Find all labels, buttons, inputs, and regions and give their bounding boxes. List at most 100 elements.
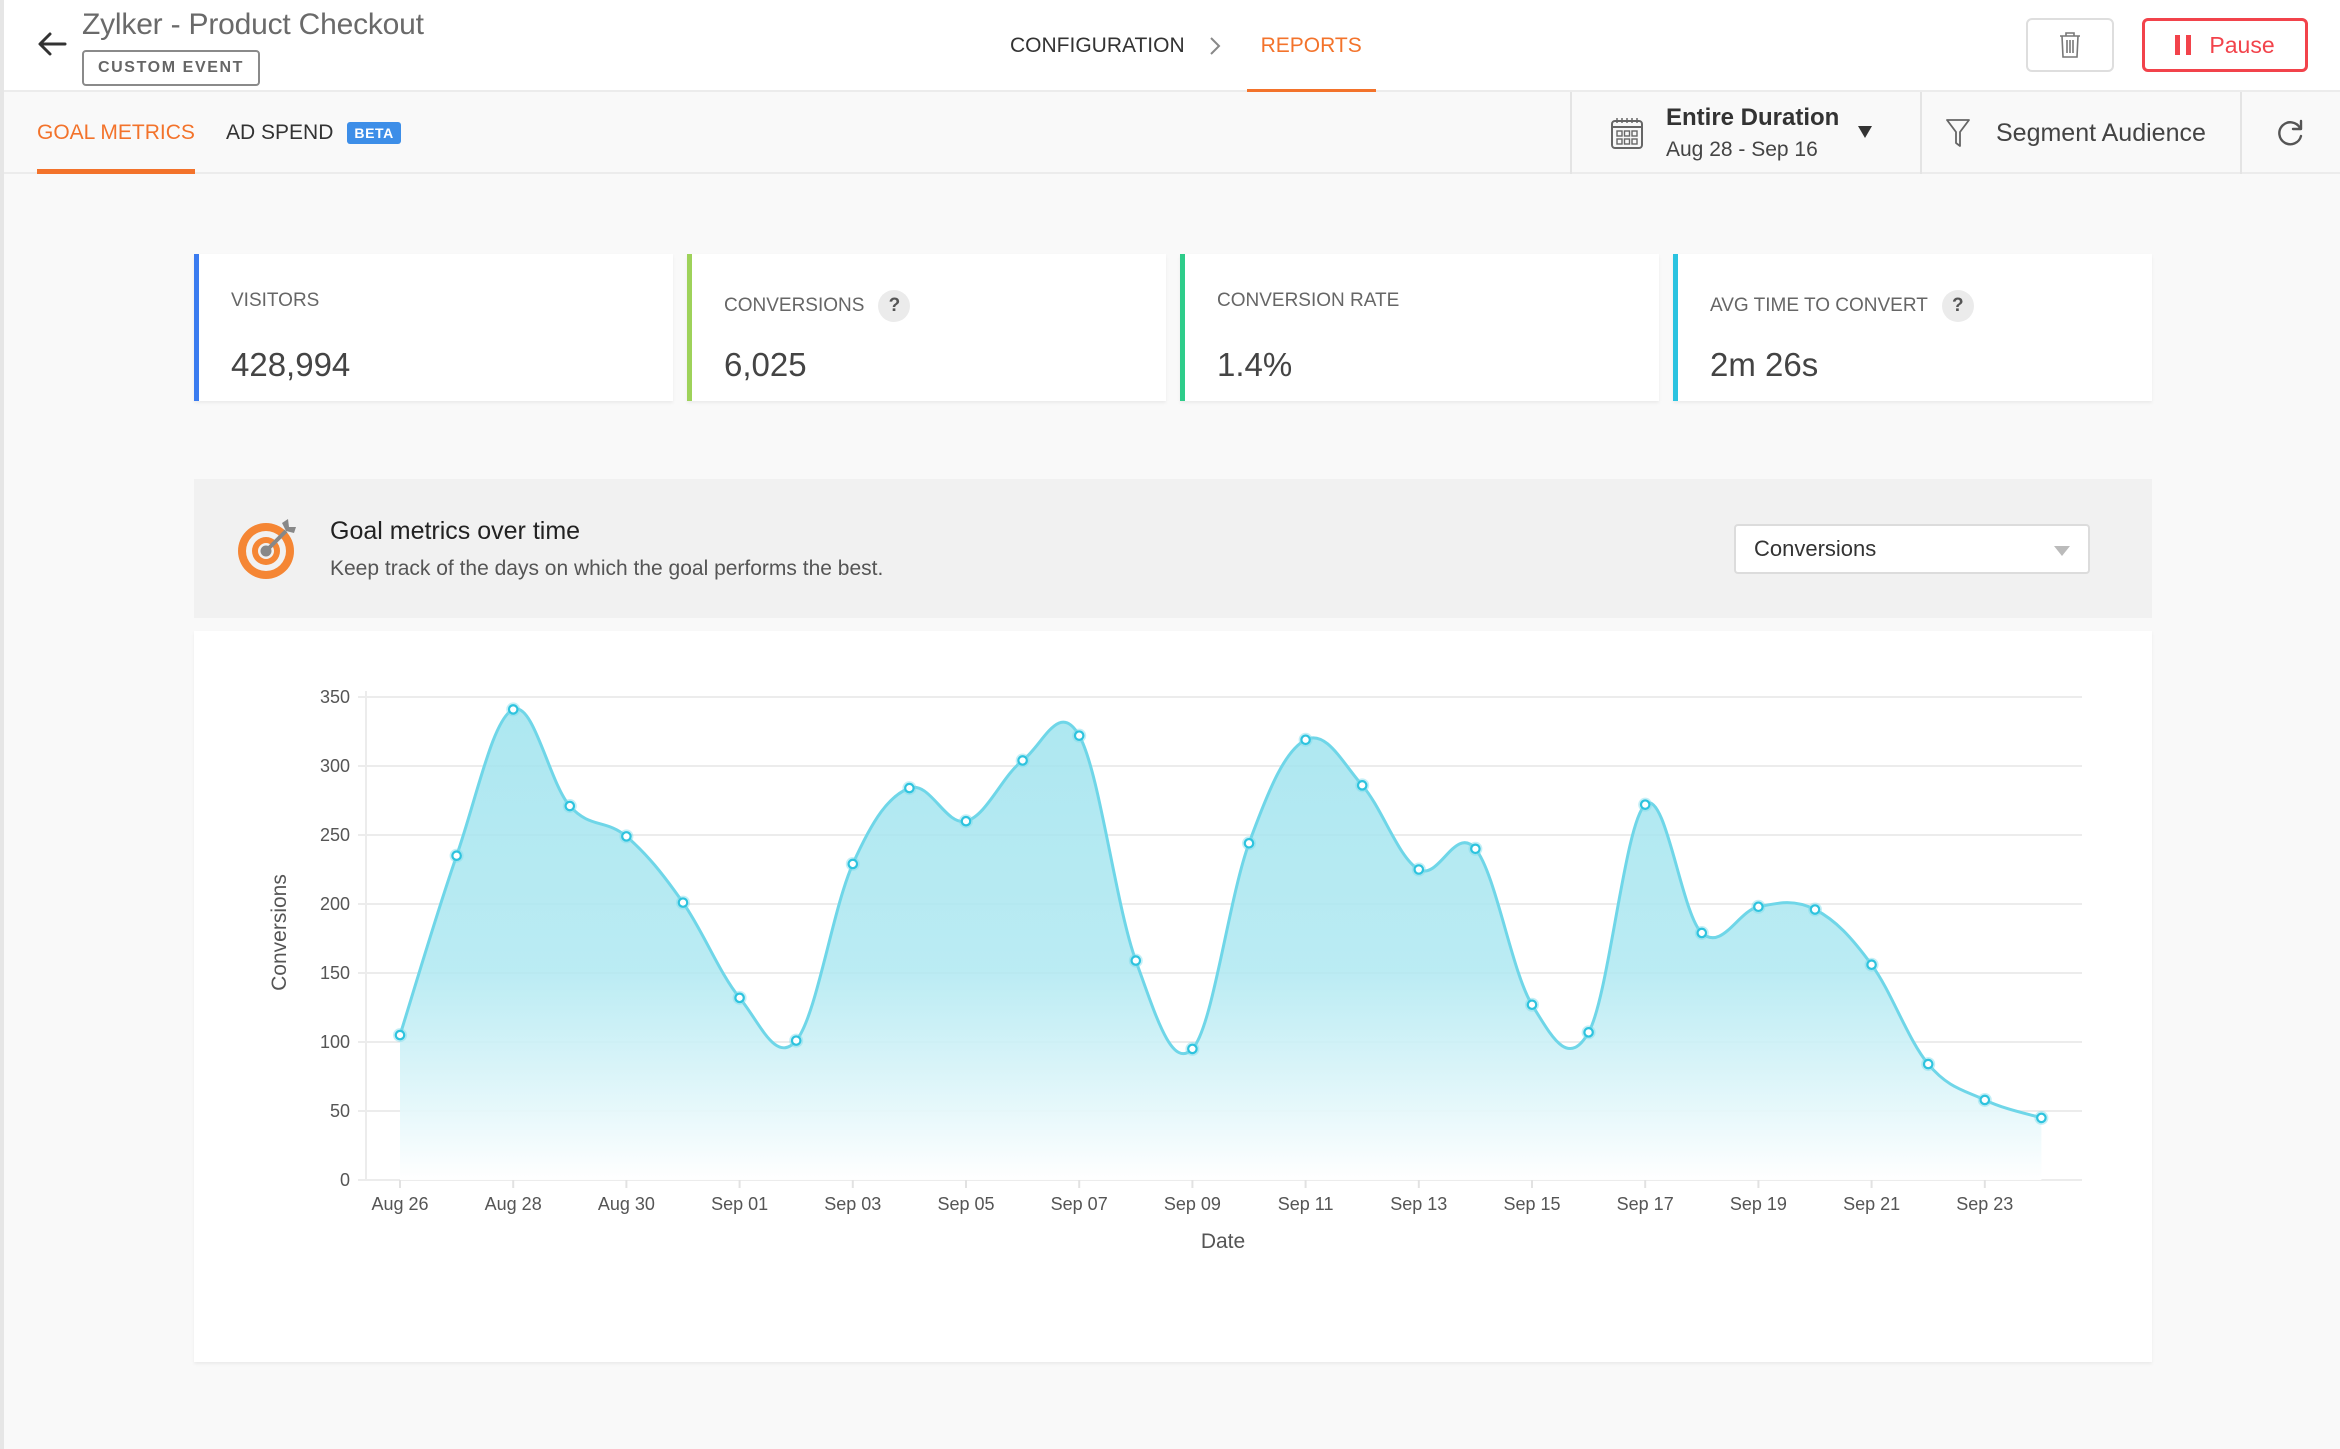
x-axis-ticks: Aug 26 Aug 28 Aug 30 Sep 01 Sep 03 Sep 05 Sep …	[371, 1180, 2013, 1214]
date-range-dropdown[interactable]: Entire Duration Aug 28 - Sep 16	[1570, 92, 1920, 174]
data-point[interactable]	[619, 829, 634, 844]
data-point[interactable]	[845, 856, 860, 871]
sub-navigation: GOAL METRICS AD SPEND BETA Entire Durati…	[4, 92, 2340, 174]
data-point[interactable]	[562, 799, 577, 814]
x-tick-label: Sep 07	[1051, 1194, 1108, 1214]
delete-button[interactable]	[2026, 18, 2114, 72]
goal-metrics-chart: 0 50 100 150 200 250 300 350 Aug 26 Aug 28 Aug 30…	[194, 631, 2152, 1362]
pause-label: Pause	[2209, 31, 2275, 58]
data-point[interactable]	[1355, 778, 1370, 793]
segment-audience-button[interactable]: Segment Audience	[1920, 92, 2240, 174]
filter-icon	[1946, 119, 1970, 147]
help-icon[interactable]: ?	[878, 290, 911, 322]
data-point[interactable]	[676, 895, 690, 910]
metric-value: 428,994	[231, 346, 351, 383]
data-point[interactable]	[1808, 902, 1822, 917]
data-point[interactable]	[1921, 1057, 1936, 1072]
back-button[interactable]	[32, 24, 72, 64]
section-subtitle: Keep track of the days on which the goal…	[330, 557, 884, 580]
data-point[interactable]	[1977, 1092, 1992, 1107]
y-tick-label: 350	[320, 687, 350, 707]
trash-icon	[2060, 32, 2080, 58]
y-tick-label: 100	[320, 1032, 350, 1052]
y-tick-label: 150	[320, 963, 350, 983]
calendar-icon	[1611, 118, 1643, 149]
data-point[interactable]	[1015, 753, 1030, 768]
x-tick-label: Sep 23	[1956, 1194, 2013, 1214]
y-tick-label: 250	[320, 825, 350, 845]
page-title: Zylker - Product Checkout	[82, 8, 424, 41]
section-title: Goal metrics over time	[330, 517, 581, 545]
x-tick-label: Sep 15	[1503, 1194, 1560, 1214]
y-tick-label: 200	[320, 894, 350, 914]
breadcrumb-configuration[interactable]: CONFIGURATION	[1010, 0, 1185, 92]
pause-button[interactable]: Pause	[2142, 18, 2308, 72]
refresh-icon	[2278, 119, 2303, 146]
data-point[interactable]	[1864, 957, 1879, 972]
data-point[interactable]	[1751, 899, 1766, 914]
data-point[interactable]	[1298, 732, 1313, 747]
data-point[interactable]	[789, 1033, 804, 1048]
metric-card-avg-time: AVG TIME TO CONVERT ? 2m 26s	[1673, 254, 2152, 401]
top-header: Zylker - Product Checkout CUSTOM EVENT C…	[4, 0, 2340, 94]
goal-metrics-header: Goal metrics over time Keep track of the…	[194, 479, 2152, 618]
selected-metric: Conversions	[1754, 536, 1877, 561]
tab-label: GOAL METRICS	[37, 121, 195, 144]
caret-down-icon	[2054, 546, 2070, 556]
metric-select-dropdown[interactable]: Conversions	[1734, 524, 2090, 574]
date-filter-title: Entire Duration	[1666, 104, 1840, 131]
data-point[interactable]	[1185, 1041, 1200, 1056]
chevron-right-icon	[1209, 36, 1221, 56]
metric-card-visitors: VISITORS 428,994	[194, 254, 673, 401]
data-point[interactable]	[1638, 797, 1653, 812]
pause-icon	[2175, 35, 2192, 55]
metric-value: 2m 26s	[1710, 346, 1819, 383]
y-axis-title: Conversions	[268, 874, 291, 991]
segment-audience-label: Segment Audience	[1996, 118, 2206, 147]
x-tick-label: Sep 09	[1164, 1194, 1221, 1214]
data-point[interactable]	[1242, 836, 1256, 851]
data-point[interactable]	[1468, 841, 1483, 856]
data-point[interactable]	[1525, 997, 1539, 1012]
data-point[interactable]	[2034, 1110, 2049, 1125]
beta-badge: BETA	[347, 122, 401, 144]
x-tick-label: Aug 30	[598, 1194, 655, 1214]
metric-card-conversions: CONVERSIONS ? 6,025	[687, 254, 1166, 401]
area-chart: 0 50 100 150 200 250 300 350 Aug 26 Aug 28 Aug 30…	[268, 687, 2082, 1253]
y-axis-ticks: 0 50 100 150 200 250 300 350	[320, 687, 350, 1190]
tab-ad-spend[interactable]: AD SPEND BETA	[226, 92, 401, 174]
data-point[interactable]	[1694, 925, 1709, 940]
x-tick-label: Sep 05	[937, 1194, 994, 1214]
x-tick-label: Sep 01	[711, 1194, 768, 1214]
x-tick-label: Aug 28	[485, 1194, 542, 1214]
metric-value: 6,025	[724, 346, 807, 383]
x-tick-label: Sep 11	[1278, 1194, 1334, 1214]
x-tick-label: Sep 17	[1617, 1194, 1674, 1214]
x-tick-label: Sep 19	[1730, 1194, 1787, 1214]
data-point[interactable]	[902, 781, 917, 796]
tab-goal-metrics[interactable]: GOAL METRICS	[37, 92, 195, 174]
data-point[interactable]	[1128, 953, 1143, 968]
data-point[interactable]	[506, 702, 521, 717]
data-point[interactable]	[1072, 728, 1087, 743]
breadcrumb-reports[interactable]: REPORTS	[1246, 0, 1376, 94]
tab-label: AD SPEND	[226, 121, 334, 144]
x-tick-label: Sep 03	[824, 1194, 881, 1214]
data-point[interactable]	[1581, 1025, 1596, 1040]
help-icon[interactable]: ?	[1941, 290, 1974, 322]
metric-label: CONVERSION RATE	[1217, 290, 1400, 311]
x-tick-label: Aug 26	[371, 1194, 428, 1214]
data-point[interactable]	[1411, 862, 1426, 877]
x-tick-label: Sep 21	[1843, 1194, 1900, 1214]
y-tick-label: 50	[330, 1101, 350, 1121]
metric-label: AVG TIME TO CONVERT	[1710, 295, 1928, 316]
arrow-left-icon	[38, 32, 67, 56]
data-point[interactable]	[732, 990, 747, 1005]
data-point[interactable]	[959, 814, 973, 829]
metric-cards: VISITORS 428,994 CONVERSIONS ? 6,025 CON…	[194, 254, 2152, 401]
data-point[interactable]	[393, 1028, 407, 1043]
data-point[interactable]	[449, 848, 464, 863]
refresh-button[interactable]	[2240, 92, 2340, 174]
breadcrumb: CONFIGURATION REPORTS	[1010, 0, 1376, 94]
event-type-badge: CUSTOM EVENT	[82, 50, 261, 86]
